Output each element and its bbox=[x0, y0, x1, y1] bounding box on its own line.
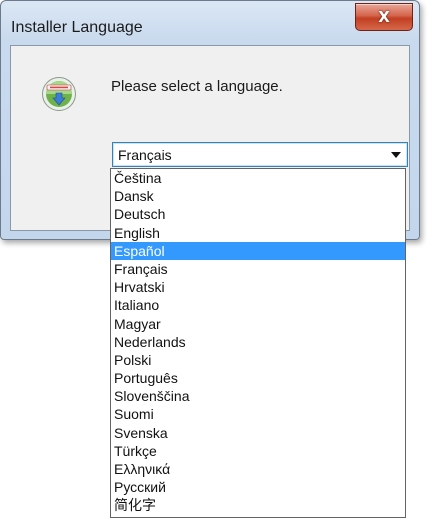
language-option[interactable]: Deutsch bbox=[111, 205, 405, 223]
language-option[interactable]: Español bbox=[111, 241, 405, 260]
language-option[interactable]: 简化字 bbox=[111, 496, 405, 514]
installer-disc-icon bbox=[42, 77, 76, 111]
chevron-down-icon[interactable] bbox=[391, 152, 401, 158]
language-option[interactable]: Magyar bbox=[111, 315, 405, 333]
title-bar[interactable]: Installer Language X bbox=[1, 1, 419, 45]
language-option[interactable]: Svenska bbox=[111, 424, 405, 442]
language-option[interactable]: Italiano bbox=[111, 296, 405, 314]
language-option[interactable]: Français bbox=[111, 260, 405, 278]
close-button[interactable]: X bbox=[355, 3, 413, 31]
language-option[interactable]: Suomi bbox=[111, 405, 405, 423]
language-option[interactable]: Dansk bbox=[111, 187, 405, 205]
language-option[interactable]: Polski bbox=[111, 351, 405, 369]
window-title: Installer Language bbox=[11, 19, 143, 36]
language-option[interactable]: Türkçe bbox=[111, 442, 405, 460]
language-option[interactable]: Nederlands bbox=[111, 333, 405, 351]
language-option[interactable]: Русский bbox=[111, 478, 405, 496]
language-option[interactable]: English bbox=[111, 224, 405, 242]
language-select-value: Français bbox=[118, 147, 172, 163]
language-option[interactable]: Slovenščina bbox=[111, 387, 405, 405]
close-icon: X bbox=[378, 8, 390, 26]
language-dropdown-list[interactable]: Čeština Dansk Deutsch English Español Françai… bbox=[110, 168, 406, 518]
prompt-text: Please select a language. bbox=[111, 78, 283, 95]
language-select[interactable]: Français bbox=[112, 142, 408, 167]
language-option[interactable]: Português bbox=[111, 369, 405, 387]
language-option[interactable]: Hrvatski bbox=[111, 278, 405, 296]
language-option[interactable]: Ελληνικά bbox=[111, 460, 405, 478]
language-option[interactable]: Čeština bbox=[111, 169, 405, 187]
